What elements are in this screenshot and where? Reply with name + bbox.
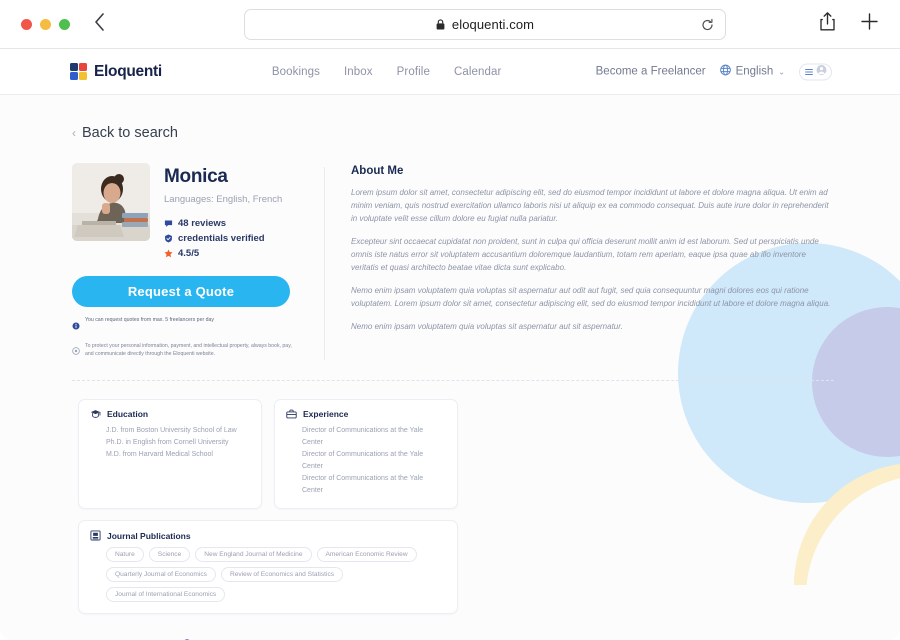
experience-item: Director of Communications at the Yale C… <box>302 427 424 447</box>
share-icon[interactable] <box>820 12 835 36</box>
main-navigation: Bookings Inbox Profile Calendar <box>272 66 502 78</box>
profile-divider <box>324 167 325 360</box>
close-window-button[interactable] <box>21 18 32 30</box>
experience-item: Director of Communications at the Yale C… <box>302 451 424 471</box>
stat-reviews: 48 reviews <box>164 218 282 229</box>
stat-rating: 4.5/5 <box>164 248 282 259</box>
profile-avatar <box>72 163 150 241</box>
nav-item-profile[interactable]: Profile <box>397 66 430 78</box>
journal-tag[interactable]: Journal of International Economics <box>106 587 226 603</box>
document-types-section: Document Types <box>72 636 900 640</box>
experience-card: Experience Director of Communications at… <box>274 399 458 510</box>
shield-check-icon <box>164 234 173 243</box>
journal-tag[interactable]: New England Journal of Medicine <box>195 547 312 563</box>
url-text: eloquenti.com <box>451 17 535 32</box>
request-quote-button[interactable]: Request a Quote <box>72 276 290 307</box>
journal-icon <box>90 530 101 541</box>
education-item: M.D. from Harvard Medical School <box>106 451 213 459</box>
profile-identity: Monica Languages: English, French 48 rev… <box>164 163 282 259</box>
profile-left-column: Monica Languages: English, French 48 rev… <box>72 163 298 360</box>
site-header: Eloquenti Bookings Inbox Profile Calenda… <box>0 49 900 95</box>
about-me-title: About Me <box>351 165 404 177</box>
star-icon <box>164 249 173 258</box>
education-item: J.D. from Boston University School of La… <box>106 427 237 434</box>
window-controls[interactable] <box>21 18 70 30</box>
maximize-window-button[interactable] <box>59 18 70 30</box>
avatar-icon <box>816 63 827 81</box>
journal-tag[interactable]: Science <box>148 547 191 563</box>
browser-window: eloquenti.com Eloquenti Bookings Inbox P… <box>0 0 900 640</box>
become-freelancer-link[interactable]: Become a Freelancer <box>596 66 706 78</box>
reload-icon[interactable] <box>701 18 714 31</box>
browser-back-button[interactable] <box>94 13 105 35</box>
stat-reviews-label: 48 reviews <box>178 218 227 229</box>
lock-icon <box>436 19 445 30</box>
logo-mark-icon <box>70 63 87 80</box>
about-paragraph: Excepteur sint occaecat cupidatat non pr… <box>351 236 819 272</box>
section-separator <box>72 380 834 381</box>
back-to-search-link[interactable]: ‹ Back to search <box>72 125 900 141</box>
note-privacy: To protect your personal information, pa… <box>72 342 298 361</box>
logo-text: Eloquenti <box>94 62 162 80</box>
education-item: Ph.D. in English from Cornell University <box>106 439 229 447</box>
chevron-left-icon: ‹ <box>72 126 76 140</box>
stat-credentials-label: credentials verified <box>178 233 265 244</box>
education-card: Education J.D. from Boston University Sc… <box>78 399 262 510</box>
stat-rating-label: 4.5/5 <box>178 248 200 259</box>
browser-toolbar-right <box>820 12 878 36</box>
nav-item-inbox[interactable]: Inbox <box>344 66 373 78</box>
experience-item: Director of Communications at the Yale C… <box>302 475 424 495</box>
note-quote-limit-text: You can request quotes from max. 5 freel… <box>85 317 214 323</box>
profile-notes: You can request quotes from max. 5 freel… <box>72 316 298 360</box>
account-menu-button[interactable] <box>799 63 832 80</box>
education-title: Education <box>107 409 149 419</box>
profile-name: Monica <box>164 166 228 187</box>
back-to-search-label: Back to search <box>82 125 178 141</box>
stat-credentials: credentials verified <box>164 233 282 244</box>
journals-title: Journal Publications <box>107 530 191 541</box>
header-right: Become a Freelancer English ⌄ <box>596 63 832 80</box>
chevron-down-icon: ⌄ <box>778 67 785 76</box>
credentials-section: Education J.D. from Boston University Sc… <box>78 399 900 615</box>
privacy-shield-icon <box>72 342 80 360</box>
journal-publications-card: Journal Publications Nature Science New … <box>78 520 458 615</box>
nav-item-bookings[interactable]: Bookings <box>272 66 320 78</box>
note-privacy-text: To protect your personal information, pa… <box>85 342 292 357</box>
journal-tag[interactable]: Quarterly Journal of Economics <box>106 567 216 583</box>
address-bar[interactable]: eloquenti.com <box>244 9 726 40</box>
about-paragraph: Nemo enim ipsam voluptatem quia voluptas… <box>351 285 831 308</box>
profile-stats: 48 reviews credentials verified 4.5/5 <box>164 218 282 259</box>
hamburger-icon <box>804 63 813 81</box>
about-paragraph: Lorem ipsum dolor sit amet, consectetur … <box>351 188 829 223</box>
info-icon[interactable] <box>182 636 192 640</box>
language-selector[interactable]: English ⌄ <box>719 64 785 79</box>
profile-section: Monica Languages: English, French 48 rev… <box>72 163 900 360</box>
graduation-cap-icon <box>90 409 101 419</box>
about-paragraph: Nemo enim ipsam voluptatem quia voluptas… <box>351 321 623 331</box>
profile-languages: Languages: English, French <box>164 194 283 205</box>
page-body: ‹ Back to search Monica Languages: Engli… <box>0 95 900 640</box>
journal-tag[interactable]: Nature <box>106 547 144 563</box>
globe-icon <box>719 64 731 79</box>
browser-chrome: eloquenti.com <box>0 0 900 49</box>
plus-icon[interactable] <box>861 13 878 35</box>
info-icon <box>72 317 80 335</box>
minimize-window-button[interactable] <box>40 18 51 30</box>
journal-tag[interactable]: Review of Economics and Statistics <box>220 567 344 583</box>
language-label: English <box>735 65 774 78</box>
journal-tag[interactable]: American Economic Review <box>316 547 417 563</box>
comment-icon <box>164 219 173 228</box>
nav-item-calendar[interactable]: Calendar <box>454 66 501 78</box>
site-logo[interactable]: Eloquenti <box>70 63 162 81</box>
briefcase-icon <box>286 409 297 419</box>
about-me-section: About Me Lorem ipsum dolor sit amet, con… <box>351 163 834 360</box>
note-quote-limit: You can request quotes from max. 5 freel… <box>72 316 298 335</box>
experience-title: Experience <box>303 409 349 419</box>
